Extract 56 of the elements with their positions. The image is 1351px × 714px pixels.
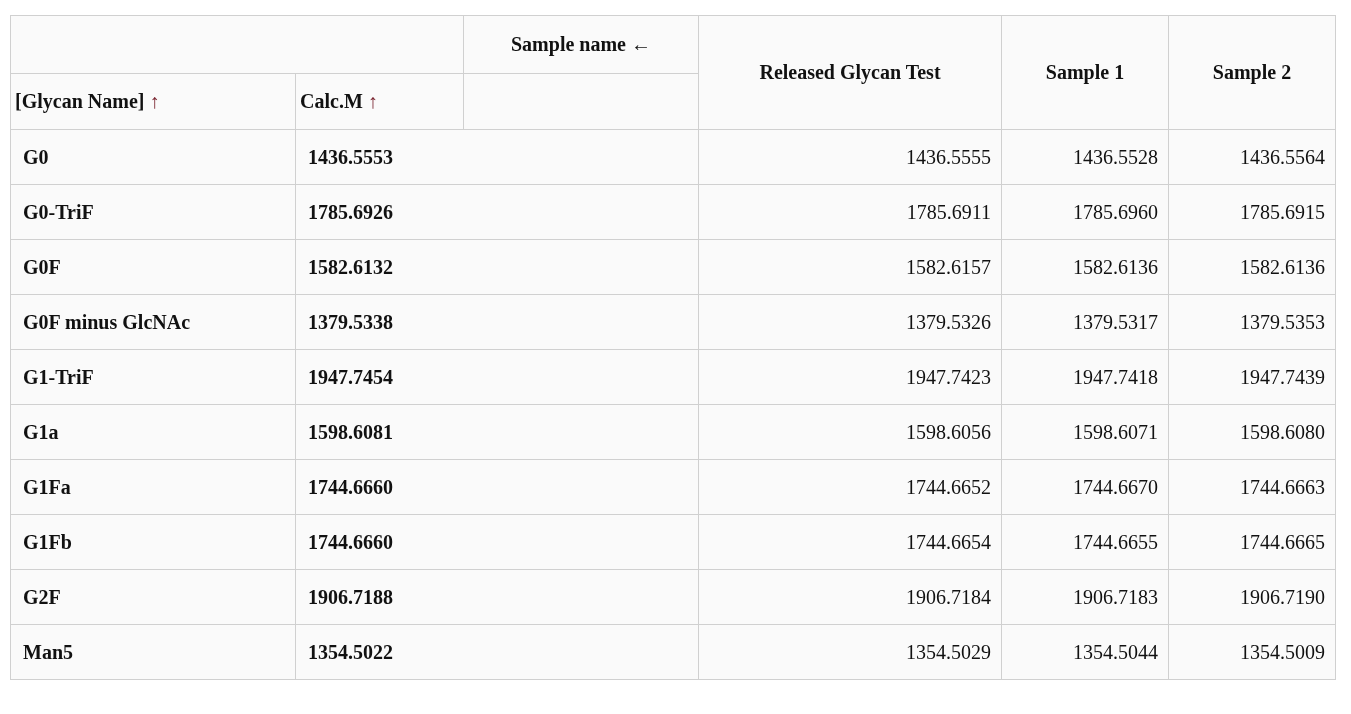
calc-mass-cell: 1785.6926	[295, 184, 699, 240]
glycan-name-cell: G2F	[10, 569, 296, 625]
mass-value-cell: 1436.5528	[1001, 129, 1169, 185]
mass-value-cell: 1582.6157	[698, 239, 1002, 295]
glycan-name-cell: G0F	[10, 239, 296, 295]
mass-value-cell: 1785.6960	[1001, 184, 1169, 240]
glycan-name-cell: G1Fb	[10, 514, 296, 570]
mass-value-cell: 1906.7190	[1168, 569, 1336, 625]
mass-value-cell: 1379.5353	[1168, 294, 1336, 350]
column-header: Sample 2	[1168, 15, 1336, 130]
calc-mass-cell: 1354.5022	[295, 624, 699, 680]
mass-value-cell: 1354.5044	[1001, 624, 1169, 680]
mass-value-cell: 1744.6654	[698, 514, 1002, 570]
mass-value-cell: 1354.5009	[1168, 624, 1336, 680]
calc-mass-cell: 1744.6660	[295, 514, 699, 570]
calc-mass-cell: 1744.6660	[295, 459, 699, 515]
mass-value-cell: 1598.6071	[1001, 404, 1169, 460]
mass-value-cell: 1744.6655	[1001, 514, 1169, 570]
calc-mass-cell: 1947.7454	[295, 349, 699, 405]
mass-value-cell: 1744.6663	[1168, 459, 1336, 515]
mass-value-cell: 1598.6080	[1168, 404, 1336, 460]
glycan-name-cell: G1Fa	[10, 459, 296, 515]
glycan-name-cell: G0	[10, 129, 296, 185]
mass-value-cell: 1947.7423	[698, 349, 1002, 405]
glycan-name-cell: G0-TriF	[10, 184, 296, 240]
column-header: Sample 1	[1001, 15, 1169, 130]
mass-value-cell: 1785.6911	[698, 184, 1002, 240]
mass-value-cell: 1436.5555	[698, 129, 1002, 185]
glycan-name-cell: G1-TriF	[10, 349, 296, 405]
glycan-name-cell: Man5	[10, 624, 296, 680]
sortable-column-header[interactable]: Calc.M ↑	[295, 73, 464, 130]
column-header: Sample name ←	[463, 15, 699, 74]
glycan-name-cell: G1a	[10, 404, 296, 460]
calc-mass-cell: 1379.5338	[295, 294, 699, 350]
mass-value-cell: 1744.6670	[1001, 459, 1169, 515]
mass-value-cell: 1379.5317	[1001, 294, 1169, 350]
mass-value-cell: 1582.6136	[1168, 239, 1336, 295]
mass-value-cell: 1598.6056	[698, 404, 1002, 460]
mass-value-cell: 1947.7418	[1001, 349, 1169, 405]
column-header: Released Glycan Test	[698, 15, 1002, 130]
mass-value-cell: 1379.5326	[698, 294, 1002, 350]
mass-value-cell: 1354.5029	[698, 624, 1002, 680]
mass-value-cell: 1947.7439	[1168, 349, 1336, 405]
mass-value-cell: 1744.6665	[1168, 514, 1336, 570]
sortable-column-header[interactable]: [Glycan Name] ↑	[10, 73, 296, 130]
calc-mass-cell: 1582.6132	[295, 239, 699, 295]
mass-value-cell: 1436.5564	[1168, 129, 1336, 185]
mass-value-cell: 1582.6136	[1001, 239, 1169, 295]
calc-mass-cell: 1906.7188	[295, 569, 699, 625]
calc-mass-cell: 1436.5553	[295, 129, 699, 185]
mass-value-cell: 1785.6915	[1168, 184, 1336, 240]
glycan-name-cell: G0F minus GlcNAc	[10, 294, 296, 350]
calc-mass-cell: 1598.6081	[295, 404, 699, 460]
mass-value-cell: 1906.7183	[1001, 569, 1169, 625]
mass-value-cell: 1906.7184	[698, 569, 1002, 625]
mass-value-cell: 1744.6652	[698, 459, 1002, 515]
